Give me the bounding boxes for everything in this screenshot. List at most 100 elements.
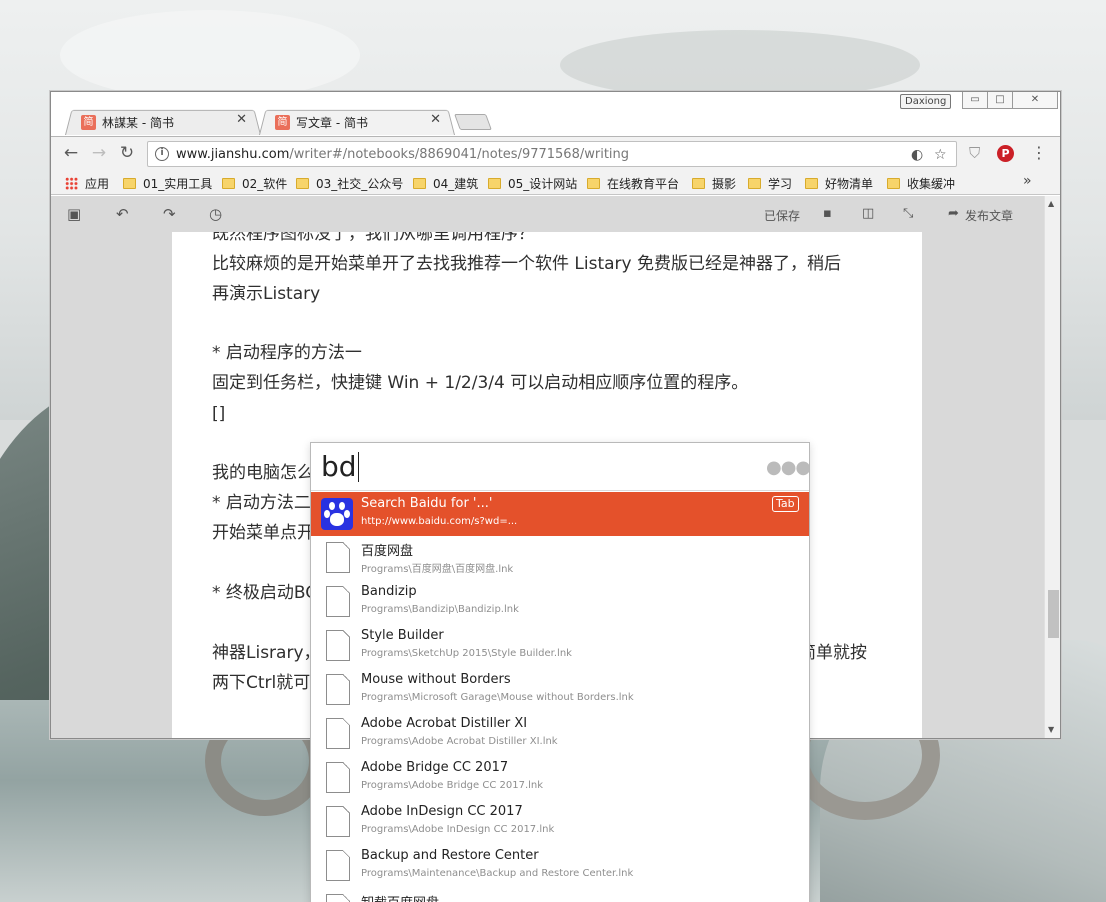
- folder-icon: [296, 178, 309, 189]
- minimize-button[interactable]: ▭: [962, 92, 988, 109]
- listary-result-search-baidu[interactable]: Search Baidu for '...' http://www.baidu.…: [311, 492, 809, 536]
- apps-grid-icon: [65, 177, 78, 190]
- site-info-icon[interactable]: i: [155, 147, 169, 161]
- editor-line: 比较麻烦的是开始菜单开了去找我推荐一个软件 Listary 免费版已经是神器了，…: [212, 254, 841, 274]
- tab-close-icon[interactable]: ✕: [430, 112, 441, 127]
- bookmarks-overflow-button[interactable]: »: [1023, 173, 1032, 189]
- scroll-thumb[interactable]: [1048, 590, 1059, 638]
- scroll-down-arrow-icon[interactable]: ▼: [1048, 725, 1054, 734]
- bookmark-star-icon[interactable]: ☆: [934, 147, 947, 163]
- listary-options-button[interactable]: ●●●: [766, 457, 809, 478]
- file-shortcut-icon: [326, 894, 350, 902]
- tab-write-article[interactable]: 简 写文章 - 简书 ✕: [259, 108, 455, 135]
- profile-button[interactable]: Daxiong: [900, 94, 952, 109]
- browser-menu-icon[interactable]: ⋮: [1031, 143, 1047, 163]
- file-shortcut-icon: [326, 762, 350, 793]
- bookmark-folder[interactable]: 收集缓冲: [887, 175, 955, 192]
- bookmark-folder[interactable]: 03_社交_公众号: [296, 175, 403, 192]
- maximize-button[interactable]: □: [987, 92, 1013, 109]
- bookmark-folder[interactable]: 在线教育平台: [587, 175, 679, 192]
- folder-icon: [692, 178, 705, 189]
- bookmark-folder[interactable]: 04_建筑: [413, 175, 478, 192]
- listary-result-item[interactable]: Mouse without Borders Programs\Microsoft…: [311, 668, 809, 712]
- editor-line: 开始菜单点开: [212, 523, 314, 543]
- split-view-icon[interactable]: ◫: [862, 206, 874, 222]
- bookmark-folder[interactable]: 02_软件: [222, 175, 287, 192]
- editor-line: * 启动方法二: [212, 493, 311, 513]
- history-clock-icon[interactable]: ◷: [209, 206, 222, 222]
- folder-icon: [413, 178, 426, 189]
- editor-line: * 启动程序的方法一: [212, 343, 362, 363]
- jianshu-favicon-icon: 简: [275, 115, 290, 130]
- editor-line: * 终极启动BO: [212, 583, 319, 603]
- editor-line: 我的电脑怎么: [212, 463, 314, 483]
- tab-key-hint: Tab: [772, 496, 799, 512]
- file-shortcut-icon: [326, 674, 350, 705]
- undo-icon[interactable]: ↶: [116, 206, 129, 222]
- forward-arrow-icon[interactable]: →: [89, 144, 109, 164]
- tab-close-icon[interactable]: ✕: [236, 112, 247, 127]
- bookmark-apps[interactable]: 应用: [65, 175, 109, 192]
- bookmark-folder[interactable]: 05_设计网站: [488, 175, 577, 192]
- new-tab-button[interactable]: [454, 114, 492, 130]
- redo-icon[interactable]: ↷: [163, 206, 176, 222]
- result-path: Programs\Microsoft Garage\Mouse without …: [361, 692, 634, 703]
- listary-search-input[interactable]: bd ●●●: [311, 443, 809, 491]
- browser-titlebar: Daxiong ▭ □ ✕ 简 林謀某 - 简书 ✕ 简 写文章 - 简书 ✕: [51, 92, 1060, 136]
- tab-linmoumou[interactable]: 简 林謀某 - 简书 ✕: [65, 108, 261, 135]
- tab-title: 写文章 - 简书: [296, 116, 368, 130]
- result-name: Adobe Acrobat Distiller XI: [361, 716, 528, 731]
- result-name: Style Builder: [361, 628, 444, 643]
- bookmark-folder[interactable]: 01_实用工具: [123, 175, 212, 192]
- bookmark-label: 04_建筑: [433, 177, 479, 191]
- listary-result-item[interactable]: Backup and Restore Center Programs\Maint…: [311, 844, 809, 888]
- editor-line: 两下Ctrl就可: [212, 673, 311, 693]
- result-path: Programs\Adobe Acrobat Distiller XI.lnk: [361, 736, 558, 747]
- folder-icon: [222, 178, 235, 189]
- back-arrow-icon[interactable]: ←: [61, 144, 81, 164]
- file-shortcut-icon: [326, 542, 350, 573]
- jianshu-favicon-icon: 简: [81, 115, 96, 130]
- result-path: Programs\Maintenance\Backup and Restore …: [361, 868, 634, 879]
- close-window-button[interactable]: ✕: [1012, 92, 1058, 109]
- listary-result-item[interactable]: Adobe Bridge CC 2017 Programs\Adobe Brid…: [311, 756, 809, 800]
- bookmark-label: 好物清单: [825, 177, 874, 191]
- publish-button[interactable]: 发布文章: [965, 207, 1013, 224]
- listary-result-item[interactable]: Adobe InDesign CC 2017 Programs\Adobe In…: [311, 800, 809, 844]
- listary-result-item[interactable]: Style Builder Programs\SketchUp 2015\Sty…: [311, 624, 809, 668]
- result-name: Backup and Restore Center: [361, 848, 539, 863]
- editor-line: []: [212, 404, 226, 424]
- reload-icon[interactable]: ↻: [117, 144, 137, 164]
- pinterest-extension-icon[interactable]: P: [997, 145, 1014, 162]
- text-caret: [358, 452, 359, 482]
- listary-result-item[interactable]: 卸载百度网盘: [311, 888, 809, 902]
- tab-title: 林謀某 - 简书: [102, 116, 174, 130]
- wallpaper-cloud: [560, 30, 920, 100]
- bookmark-label: 应用: [85, 177, 110, 191]
- saved-status: 已保存: [764, 209, 801, 223]
- bookmark-label: 01_实用工具: [143, 177, 213, 191]
- bookmark-folder[interactable]: 摄影: [692, 175, 736, 192]
- save-icon[interactable]: ▪: [823, 206, 832, 222]
- listary-result-item[interactable]: 百度网盘 Programs\百度网盘\百度网盘.lnk: [311, 536, 809, 580]
- vertical-scrollbar[interactable]: ▲ ▼: [1044, 196, 1060, 738]
- insert-image-icon[interactable]: ▣: [67, 206, 81, 222]
- scroll-up-arrow-icon[interactable]: ▲: [1048, 199, 1054, 208]
- bookmark-folder[interactable]: 好物清单: [805, 175, 873, 192]
- bookmark-label: 在线教育平台: [607, 177, 680, 191]
- editor-line: 再演示Listary: [212, 284, 321, 304]
- browser-toolbar: ← → ↻ i www.jianshu.com/writer#/notebook…: [51, 136, 1060, 170]
- fullscreen-exit-icon[interactable]: ⤡: [903, 206, 913, 222]
- extension-icon[interactable]: ⛉: [969, 144, 980, 162]
- share-arrow-icon[interactable]: ➦: [948, 206, 959, 222]
- translate-extension-icon[interactable]: ◐: [911, 147, 923, 163]
- result-name: Adobe InDesign CC 2017: [361, 804, 523, 819]
- folder-icon: [805, 178, 818, 189]
- bookmark-folder[interactable]: 学习: [748, 175, 792, 192]
- result-path: Programs\百度网盘\百度网盘.lnk: [361, 564, 514, 575]
- address-bar[interactable]: i www.jianshu.com/writer#/notebooks/8869…: [147, 141, 957, 167]
- result-name: 百度网盘: [361, 544, 414, 559]
- listary-result-item[interactable]: Adobe Acrobat Distiller XI Programs\Adob…: [311, 712, 809, 756]
- file-shortcut-icon: [326, 850, 350, 881]
- listary-result-item[interactable]: Bandizip Programs\Bandizip\Bandizip.lnk: [311, 580, 809, 624]
